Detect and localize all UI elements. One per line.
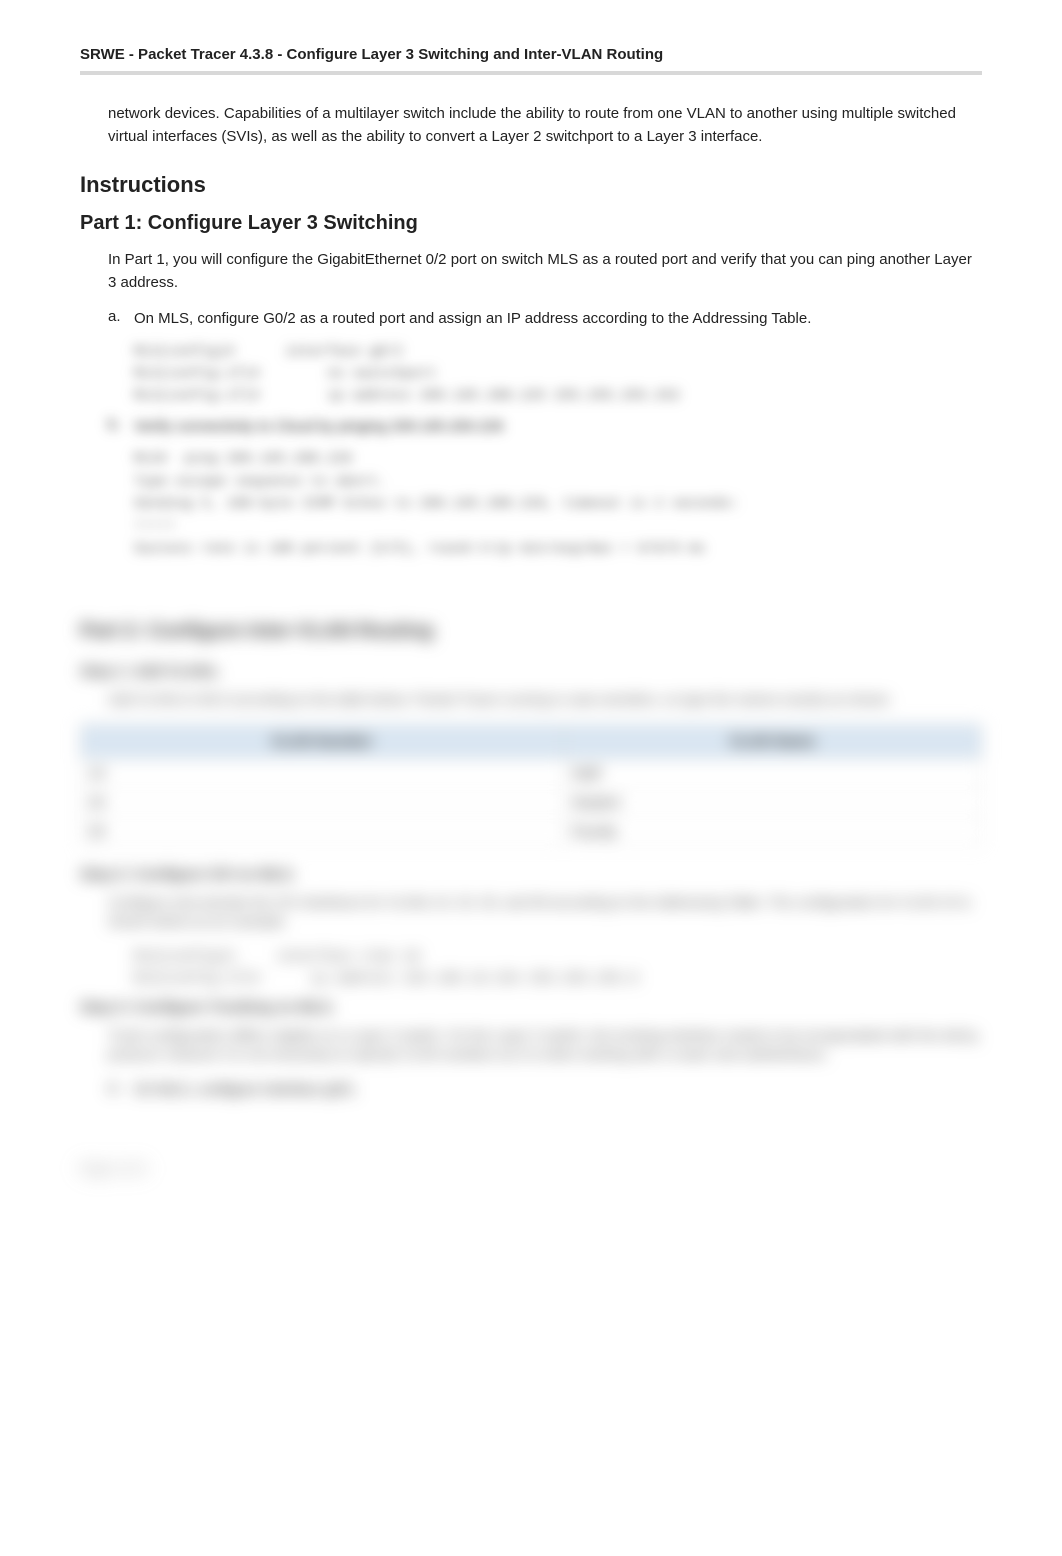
table-cell: Staff bbox=[563, 758, 981, 787]
table-cell: 30 bbox=[81, 816, 564, 845]
step-letter: b. bbox=[108, 416, 134, 439]
part1-step-b: b. Verify connectivity to Cloud by pingi… bbox=[108, 416, 982, 439]
part2-heading: Part 2: Configure Inter-VLAN Routing bbox=[80, 620, 982, 643]
table-cell: 20 bbox=[81, 787, 564, 816]
code-line: MLS(config)# interface g0/2 bbox=[134, 341, 982, 363]
code-block-3: MLS(config)# interface vlan 10 MLS(confi… bbox=[134, 946, 982, 991]
part2-step3-substep-a: a. On MLS, configure interface g0/1. bbox=[108, 1079, 982, 1102]
step-text: On MLS, configure interface g0/1. bbox=[134, 1079, 358, 1102]
part1-body: In Part 1, you will configure the Gigabi… bbox=[108, 249, 982, 294]
part1-heading: Part 1: Configure Layer 3 Switching bbox=[80, 212, 982, 235]
part2-step2-body: Configure and activate the SVI interface… bbox=[108, 893, 982, 932]
part2-step1-body: Add VLANs to MLS according to the table … bbox=[108, 690, 982, 710]
code-line: MLS# ping 209.165.200.226 bbox=[134, 448, 982, 470]
part2-step3-body: Trunk configuration differs slightly on … bbox=[108, 1026, 982, 1065]
step-letter: a. bbox=[108, 1079, 134, 1102]
table-row: 20 Student bbox=[81, 787, 982, 816]
code-line: Type escape sequence to abort. bbox=[134, 471, 982, 493]
table-header: VLAN Name bbox=[563, 724, 981, 758]
part2-step1-heading: Step 1: Add VLANs. bbox=[80, 663, 982, 680]
code-line: Success rate is 100 percent (5/5), round… bbox=[134, 538, 982, 560]
step-text: On MLS, configure G0/2 as a routed port … bbox=[134, 308, 811, 331]
code-block-1: MLS(config)# interface g0/2 MLS(config-i… bbox=[134, 341, 982, 408]
vlan-table: VLAN Number VLAN Name 10 Staff 20 Studen… bbox=[80, 724, 982, 846]
code-line: MLS(config-if)# no switchport bbox=[134, 363, 982, 385]
table-cell: 10 bbox=[81, 758, 564, 787]
table-row: 10 Staff bbox=[81, 758, 982, 787]
code-line: Sending 5, 100-byte ICMP Echos to 209.16… bbox=[134, 493, 982, 515]
part1-step-a: a. On MLS, configure G0/2 as a routed po… bbox=[108, 308, 982, 331]
step-letter: a. bbox=[108, 308, 134, 331]
intro-paragraph: network devices. Capabilities of a multi… bbox=[108, 103, 982, 148]
part2-step2-heading: Step 2: Configure SVI on MLS. bbox=[80, 866, 982, 883]
document-header-title: SRWE - Packet Tracer 4.3.8 - Configure L… bbox=[80, 40, 982, 75]
part2-step3-heading: Step 3: Configure Trunking on MLS. bbox=[80, 999, 982, 1016]
step-text: Verify connectivity to Cloud by pinging … bbox=[134, 416, 503, 439]
code-block-2: MLS# ping 209.165.200.226 Type escape se… bbox=[134, 448, 982, 560]
table-cell: Faculty bbox=[563, 816, 981, 845]
code-line: MLS(config-if)# ip address 192.168.10.25… bbox=[134, 968, 982, 990]
table-header: VLAN Number bbox=[81, 724, 564, 758]
page-footer: Page 2 of 5 bbox=[80, 1161, 982, 1176]
table-row: 30 Faculty bbox=[81, 816, 982, 845]
code-line: MLS(config-if)# ip address 209.165.200.2… bbox=[134, 385, 982, 407]
instructions-heading: Instructions bbox=[80, 172, 982, 198]
code-line: !!!!! bbox=[134, 515, 982, 537]
table-cell: Student bbox=[563, 787, 981, 816]
code-line: MLS(config)# interface vlan 10 bbox=[134, 946, 982, 968]
